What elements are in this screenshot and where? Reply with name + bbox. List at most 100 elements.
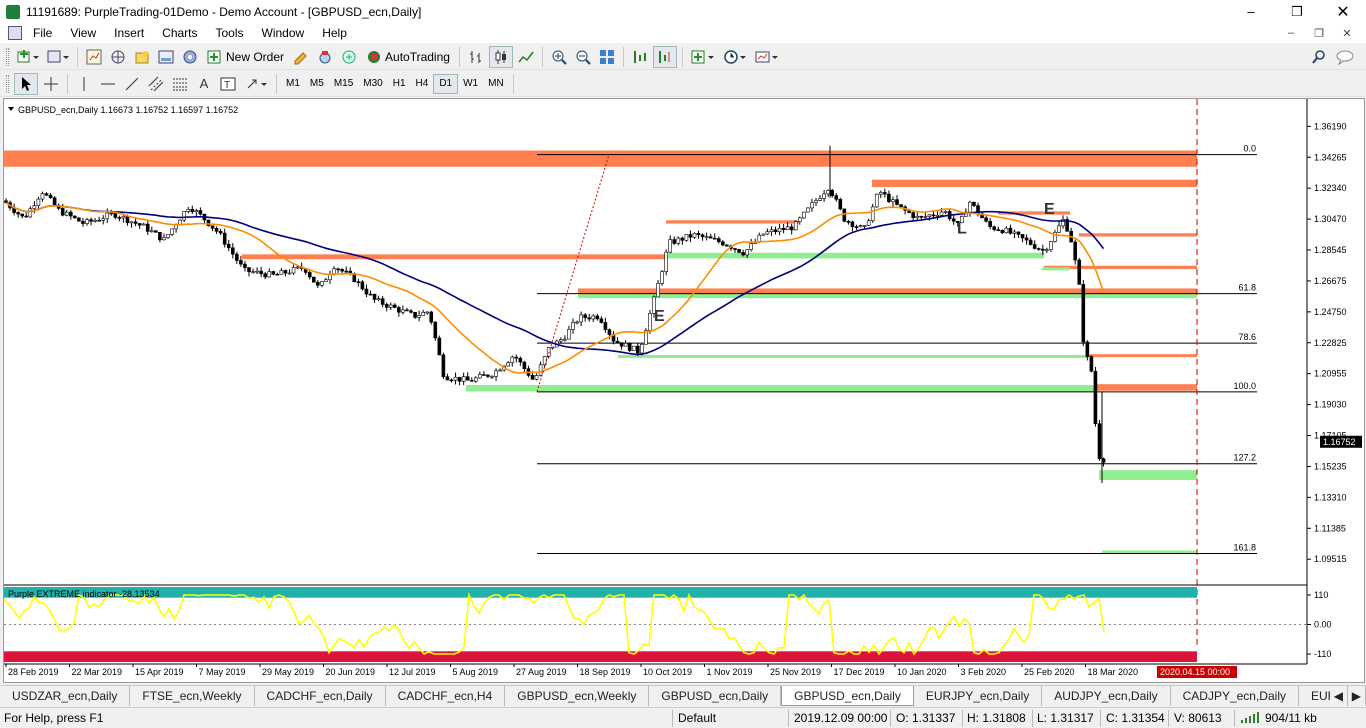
timeframe-m30[interactable]: M30 — [358, 74, 387, 94]
templates-button[interactable] — [752, 46, 782, 68]
indicators-button[interactable] — [688, 46, 718, 68]
tab-cadchf-daily[interactable]: CADCHF_ecn,Daily — [255, 686, 386, 706]
profiles-button[interactable] — [44, 46, 72, 68]
fibonacci-icon[interactable] — [169, 73, 191, 95]
menu-file[interactable]: File — [24, 26, 61, 40]
menu-view[interactable]: View — [61, 26, 105, 40]
timeframe-d1[interactable]: D1 — [433, 73, 459, 94]
autotrading-button[interactable]: AutoTrading — [362, 46, 454, 68]
equidistant-channel-icon[interactable] — [145, 73, 167, 95]
strategy-tester-icon[interactable] — [179, 46, 201, 68]
chart-shift-icon[interactable] — [652, 45, 677, 68]
child-close-button[interactable]: ✕ — [1334, 23, 1360, 43]
timeframe-m1[interactable]: M1 — [281, 74, 305, 94]
demand-zone-13[interactable] — [618, 354, 1088, 358]
chart-window: 0.0 61.8 78.6 100.0 127.2 161.8 GBPUSD_ecn,Dai… — [3, 98, 1365, 683]
status-profile[interactable]: Default — [678, 711, 716, 725]
terminal-icon[interactable] — [155, 46, 177, 68]
tab-gbpusd-daily-1[interactable]: GBPUSD_ecn,Daily — [649, 686, 782, 706]
timeframe-m15[interactable]: M15 — [329, 74, 358, 94]
supply-zone-4[interactable] — [1079, 233, 1197, 237]
new-order-button[interactable]: New Order — [203, 46, 288, 68]
auto-scroll-icon[interactable] — [629, 46, 651, 68]
chart-menu-arrow-icon[interactable] — [8, 107, 14, 111]
tab-scroll-left[interactable]: ◀ — [1329, 686, 1348, 706]
tab-usdzar-daily[interactable]: USDZAR_ecn,Daily — [0, 686, 131, 706]
minimize-button[interactable]: – — [1228, 0, 1274, 23]
demand-zone-11[interactable] — [1042, 267, 1070, 271]
navigator-icon[interactable] — [131, 46, 153, 68]
supply-zone-7[interactable] — [578, 288, 1197, 294]
tab-gbpusd-weekly[interactable]: GBPUSD_ecn,Weekly — [505, 686, 650, 706]
zoom-out-icon[interactable] — [572, 46, 594, 68]
date-tick-label-11: 1 Nov 2019 — [707, 667, 753, 677]
menu-charts[interactable]: Charts — [153, 26, 206, 40]
candle-body — [109, 212, 114, 215]
new-chart-button[interactable] — [14, 46, 42, 68]
tab-eurjpy-daily[interactable]: EURJPY_ecn,Daily — [914, 686, 1043, 706]
child-minimize-button[interactable]: – — [1278, 23, 1304, 43]
candle-body — [186, 208, 191, 212]
timeframe-m5[interactable]: M5 — [305, 74, 329, 94]
maximize-button[interactable]: ❐ — [1274, 0, 1320, 23]
date-tick-label-14: 10 Jan 2020 — [897, 667, 947, 677]
future-date-label: 2020.04.15 00:00 — [1160, 667, 1230, 677]
crosshair-icon[interactable] — [40, 73, 62, 95]
tab-cadjpy-daily[interactable]: CADJPY_ecn,Daily — [1171, 686, 1299, 706]
close-button[interactable]: ✕ — [1320, 0, 1366, 23]
menu-insert[interactable]: Insert — [105, 26, 153, 40]
supply-zone-0[interactable] — [4, 150, 1197, 167]
demand-zone-14[interactable] — [466, 385, 1094, 392]
search-icon[interactable] — [1308, 46, 1330, 68]
slow-moving-average[interactable] — [5, 202, 1105, 356]
market-watch-icon[interactable] — [83, 46, 105, 68]
tab-audjpy-daily[interactable]: AUDJPY_ecn,Daily — [1042, 686, 1171, 706]
chat-icon[interactable] — [1332, 46, 1358, 68]
supply-zone-9[interactable] — [1094, 384, 1197, 391]
tab-gbpusd-daily-2[interactable]: GBPUSD_ecn,Daily — [781, 686, 914, 706]
horizontal-line-icon[interactable] — [97, 73, 119, 95]
arrows-button[interactable] — [241, 73, 271, 95]
data-window-icon[interactable] — [107, 46, 129, 68]
menu-bar: File View Insert Charts Tools Window Hel… — [0, 23, 1366, 43]
menu-window[interactable]: Window — [253, 26, 314, 40]
vertical-line-icon[interactable] — [73, 73, 95, 95]
candle-body — [899, 204, 903, 208]
tile-windows-icon[interactable] — [596, 46, 618, 68]
zoom-in-icon[interactable] — [548, 46, 570, 68]
tab-cadchf-h4[interactable]: CADCHF_ecn,H4 — [386, 686, 506, 706]
bar-chart-icon[interactable] — [465, 46, 487, 68]
supply-zone-8[interactable] — [1088, 354, 1197, 358]
fast-moving-average[interactable] — [5, 202, 1105, 374]
signals-icon[interactable] — [314, 46, 336, 68]
periods-button[interactable] — [720, 46, 750, 68]
menu-help[interactable]: Help — [313, 26, 356, 40]
child-restore-button[interactable]: ❐ — [1306, 23, 1332, 43]
supply-zone-6[interactable] — [242, 254, 666, 260]
timeframe-mn[interactable]: MN — [483, 74, 509, 94]
supply-zone-2[interactable] — [666, 220, 799, 224]
supply-zone-1[interactable] — [872, 179, 1197, 188]
trendline-icon[interactable] — [121, 73, 143, 95]
candle-body — [891, 199, 895, 203]
candlestick-chart-icon[interactable] — [488, 45, 513, 68]
market-icon[interactable] — [338, 46, 360, 68]
metaeditor-icon[interactable] — [290, 46, 312, 68]
status-volume: V: 80613 — [1174, 711, 1222, 725]
candle-body — [1008, 227, 1013, 234]
tab-scroll-right[interactable]: ▶ — [1347, 686, 1366, 706]
tab-ftse-weekly[interactable]: FTSE_ecn,Weekly — [130, 686, 255, 706]
text-label-icon[interactable]: T — [217, 73, 239, 95]
timeframe-h4[interactable]: H4 — [411, 74, 434, 94]
line-chart-icon[interactable] — [515, 46, 537, 68]
menu-tools[interactable]: Tools — [207, 26, 253, 40]
demand-zone-15[interactable] — [1099, 470, 1197, 480]
cursor-icon[interactable] — [14, 72, 38, 95]
price-chart[interactable]: 0.0 61.8 78.6 100.0 127.2 161.8 GBPUSD_ecn,Dai… — [3, 99, 1364, 682]
timeframe-h1[interactable]: H1 — [388, 74, 411, 94]
text-icon[interactable]: A — [193, 73, 215, 95]
app-icon — [6, 4, 20, 19]
timeframe-w1[interactable]: W1 — [458, 74, 483, 94]
candle-body — [60, 208, 65, 216]
candle-body — [806, 207, 810, 213]
